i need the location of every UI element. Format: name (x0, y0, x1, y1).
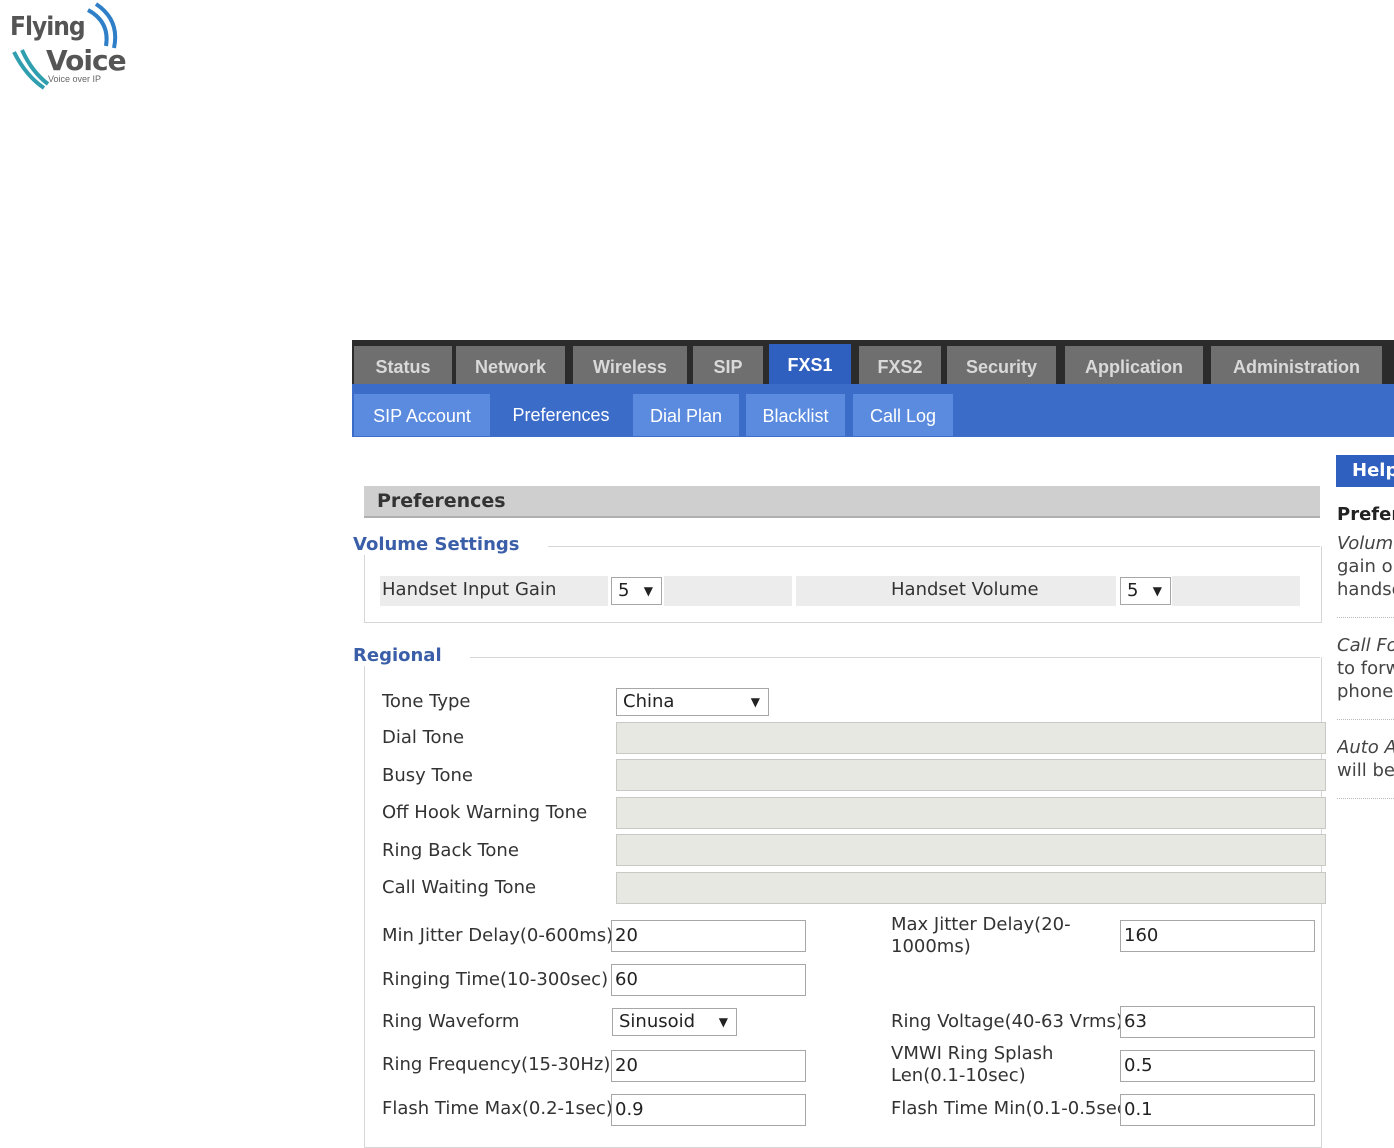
handset-input-gain-value: 5 (618, 580, 630, 601)
dial-tone-field[interactable] (616, 722, 1326, 754)
ring-frequency-input[interactable]: 20 (611, 1050, 806, 1082)
tab-fxs2[interactable]: FXS2 (859, 346, 941, 384)
busy-tone-label: Busy Tone (382, 765, 473, 786)
main-nav: Status Network Wireless SIP FXS1 FXS2 Se… (352, 340, 1394, 386)
flash-time-min-input[interactable]: 0.1 (1120, 1094, 1315, 1126)
flash-time-max-label: Flash Time Max(0.2-1sec) (382, 1098, 613, 1119)
volume-spacer-bg (1172, 576, 1300, 606)
dropdown-arrow-icon: ▼ (643, 584, 653, 598)
dropdown-arrow-icon: ▼ (718, 1015, 728, 1029)
ringing-time-label: Ringing Time(10-300sec) (382, 969, 609, 990)
dropdown-arrow-icon: ▼ (750, 695, 760, 709)
subtab-sip-account[interactable]: SIP Account (354, 394, 490, 436)
dropdown-arrow-icon: ▼ (1152, 584, 1162, 598)
subtab-preferences[interactable]: Preferences (498, 394, 624, 436)
help-line: will be (1337, 760, 1394, 781)
help-line: handset (1337, 579, 1394, 600)
flash-time-max-input[interactable]: 0.9 (611, 1094, 806, 1126)
tab-application[interactable]: Application (1065, 346, 1203, 384)
tab-wireless[interactable]: Wireless (573, 346, 687, 384)
subtab-blacklist[interactable]: Blacklist (746, 394, 845, 436)
gain-spacer-bg (664, 576, 792, 606)
volume-settings-title: Volume Settings (353, 534, 548, 555)
call-waiting-tone-label: Call Waiting Tone (382, 877, 537, 898)
help-separator (1337, 719, 1394, 720)
help-line: to forw (1337, 658, 1394, 679)
vmwi-ring-splash-len-input[interactable]: 0.5 (1120, 1050, 1315, 1082)
handset-volume-label: Handset Volume (891, 579, 1039, 600)
tab-administration[interactable]: Administration (1211, 346, 1382, 384)
help-separator (1337, 617, 1394, 618)
help-separator (1337, 798, 1394, 799)
regional-title: Regional (353, 645, 470, 666)
call-waiting-tone-field[interactable] (616, 872, 1326, 904)
ring-waveform-label: Ring Waveform (382, 1011, 520, 1032)
handset-input-gain-label: Handset Input Gain (382, 579, 557, 600)
flying-voice-logo: Flying Voice Voice over IP (8, 2, 127, 94)
tab-security[interactable]: Security (947, 346, 1056, 384)
off-hook-warning-tone-label: Off Hook Warning Tone (382, 802, 588, 823)
sub-nav: SIP Account Preferences Dial Plan Blackl… (352, 384, 1394, 437)
subtab-call-log[interactable]: Call Log (853, 394, 953, 436)
help-line: phone (1337, 681, 1394, 702)
handset-volume-value: 5 (1127, 580, 1139, 601)
logo-text-flying: Flying (10, 12, 86, 42)
preferences-header: Preferences (364, 486, 1320, 518)
ring-back-tone-field[interactable] (616, 834, 1326, 866)
flash-time-min-label: Flash Time Min(0.1-0.5sec) (891, 1098, 1134, 1119)
help-title: Preferences (1337, 504, 1394, 525)
logo-tagline: Voice over IP (48, 74, 102, 84)
busy-tone-field[interactable] (616, 759, 1326, 791)
ring-frequency-label: Ring Frequency(15-30Hz) (382, 1054, 611, 1075)
ring-back-tone-label: Ring Back Tone (382, 840, 519, 861)
tab-network[interactable]: Network (456, 346, 565, 384)
tab-sip[interactable]: SIP (693, 346, 763, 384)
ring-voltage-input[interactable]: 63 (1120, 1006, 1315, 1038)
help-line: gain or (1337, 556, 1394, 577)
ringing-time-input[interactable]: 60 (611, 964, 806, 996)
logo-text-voice: Voice (46, 44, 127, 77)
tone-type-value: China (623, 691, 675, 712)
subtab-dial-plan[interactable]: Dial Plan (633, 394, 739, 436)
help-line: Auto A (1337, 737, 1394, 758)
tab-status[interactable]: Status (354, 346, 452, 384)
tone-type-label: Tone Type (382, 691, 471, 712)
dial-tone-label: Dial Tone (382, 727, 465, 748)
handset-volume-select[interactable]: 5 ▼ (1120, 577, 1171, 605)
min-jitter-delay-label: Min Jitter Delay(0-600ms) (382, 925, 614, 946)
help-line: Call For (1337, 635, 1394, 656)
tone-type-select[interactable]: China ▼ (616, 688, 769, 716)
help-line: Volume (1337, 533, 1394, 554)
max-jitter-delay-input[interactable]: 160 (1120, 920, 1315, 952)
off-hook-warning-tone-field[interactable] (616, 797, 1326, 829)
max-jitter-delay-label: Max Jitter Delay(20-1000ms) (891, 914, 1071, 957)
ring-waveform-select[interactable]: Sinusoid ▼ (612, 1008, 737, 1036)
vmwi-ring-splash-len-label: VMWI Ring Splash Len(0.1-10sec) (891, 1043, 1054, 1086)
ring-waveform-value: Sinusoid (619, 1011, 696, 1032)
ring-voltage-label: Ring Voltage(40-63 Vrms) (891, 1011, 1123, 1032)
min-jitter-delay-input[interactable]: 20 (611, 920, 806, 952)
handset-input-gain-select[interactable]: 5 ▼ (611, 577, 662, 605)
help-header: Help (1336, 455, 1394, 487)
tab-fxs1[interactable]: FXS1 (769, 344, 851, 386)
